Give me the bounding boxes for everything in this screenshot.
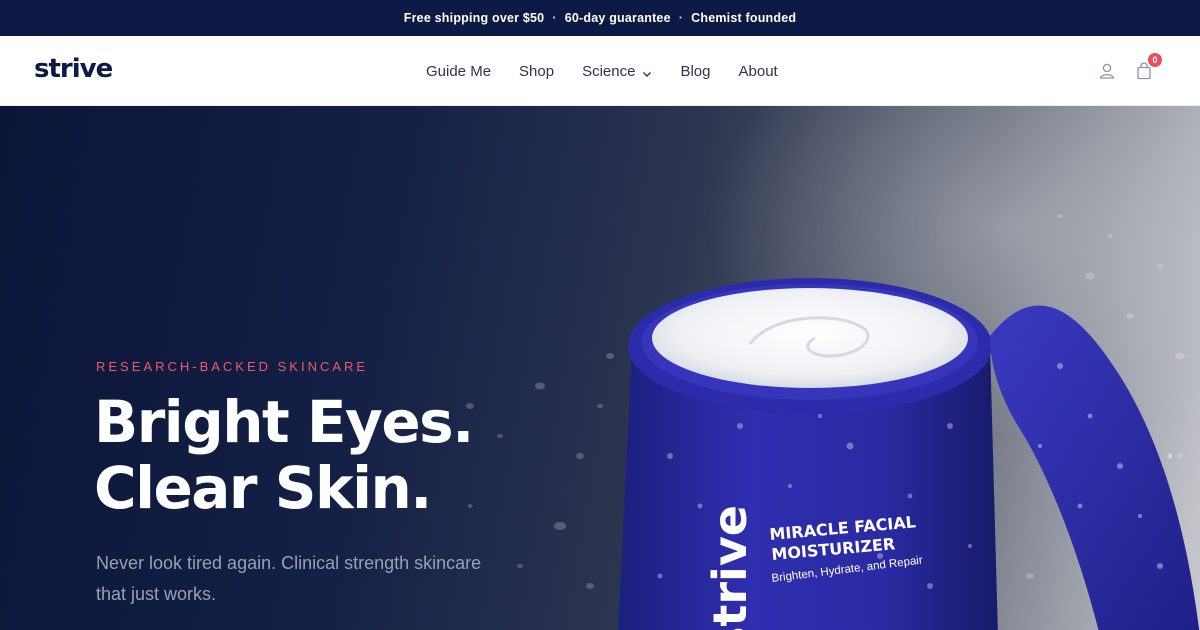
nav-guide-me-label: Guide Me (426, 62, 492, 80)
brand-logo[interactable]: strive (34, 54, 113, 84)
cart-count-badge: 0 (1148, 53, 1162, 67)
announcement-bar: Free shipping over $50 · 60-day guarante… (0, 0, 1200, 36)
hero-section: strive MIRACLE FACIAL MOISTURIZER Bright… (0, 106, 1200, 630)
nav-blog-label: Blog (680, 62, 711, 80)
cart-icon (1134, 62, 1154, 85)
site-header: strive Guide Me Shop Science Blog About (0, 36, 1200, 106)
hero-eyebrow: RESEARCH-BACKED SKINCARE (96, 359, 369, 374)
hero-subcopy: Never look tired again. Clinical strengt… (96, 553, 482, 604)
nav-about[interactable]: About (739, 63, 778, 80)
nav-shop-label: Shop (519, 62, 555, 80)
user-icon (1097, 63, 1117, 85)
header-icons: 0 (1080, 36, 1162, 106)
product-jar-image: strive MIRACLE FACIAL MOISTURIZER Bright… (618, 278, 1200, 630)
nav-science-label: Science (582, 62, 636, 80)
hero-headline-line1: Bright Eyes. (94, 388, 474, 456)
nav-about-label: About (738, 62, 778, 80)
product-brand-text: strive (703, 505, 757, 630)
announcement-guarantee: 60-day guarantee (564, 11, 671, 25)
main-nav: Guide Me Shop Science Blog About (426, 36, 806, 106)
nav-shop[interactable]: Shop (519, 63, 554, 80)
announcement-founded: Chemist founded (691, 11, 797, 25)
announcement-separator: · (552, 11, 557, 25)
account-button[interactable] (1097, 61, 1117, 81)
chevron-down-icon (642, 66, 652, 77)
nav-science[interactable]: Science (582, 63, 652, 80)
announcement-separator: · (678, 11, 684, 25)
announcement-shipping: Free shipping over $50 (403, 11, 545, 25)
hero-headline-line2: Clear Skin. (94, 454, 432, 522)
nav-blog[interactable]: Blog (680, 63, 710, 80)
hero-headline: Bright Eyes. Clear Skin. (94, 389, 614, 521)
cart-button[interactable]: 0 (1134, 53, 1162, 81)
nav-guide-me[interactable]: Guide Me (426, 63, 491, 80)
